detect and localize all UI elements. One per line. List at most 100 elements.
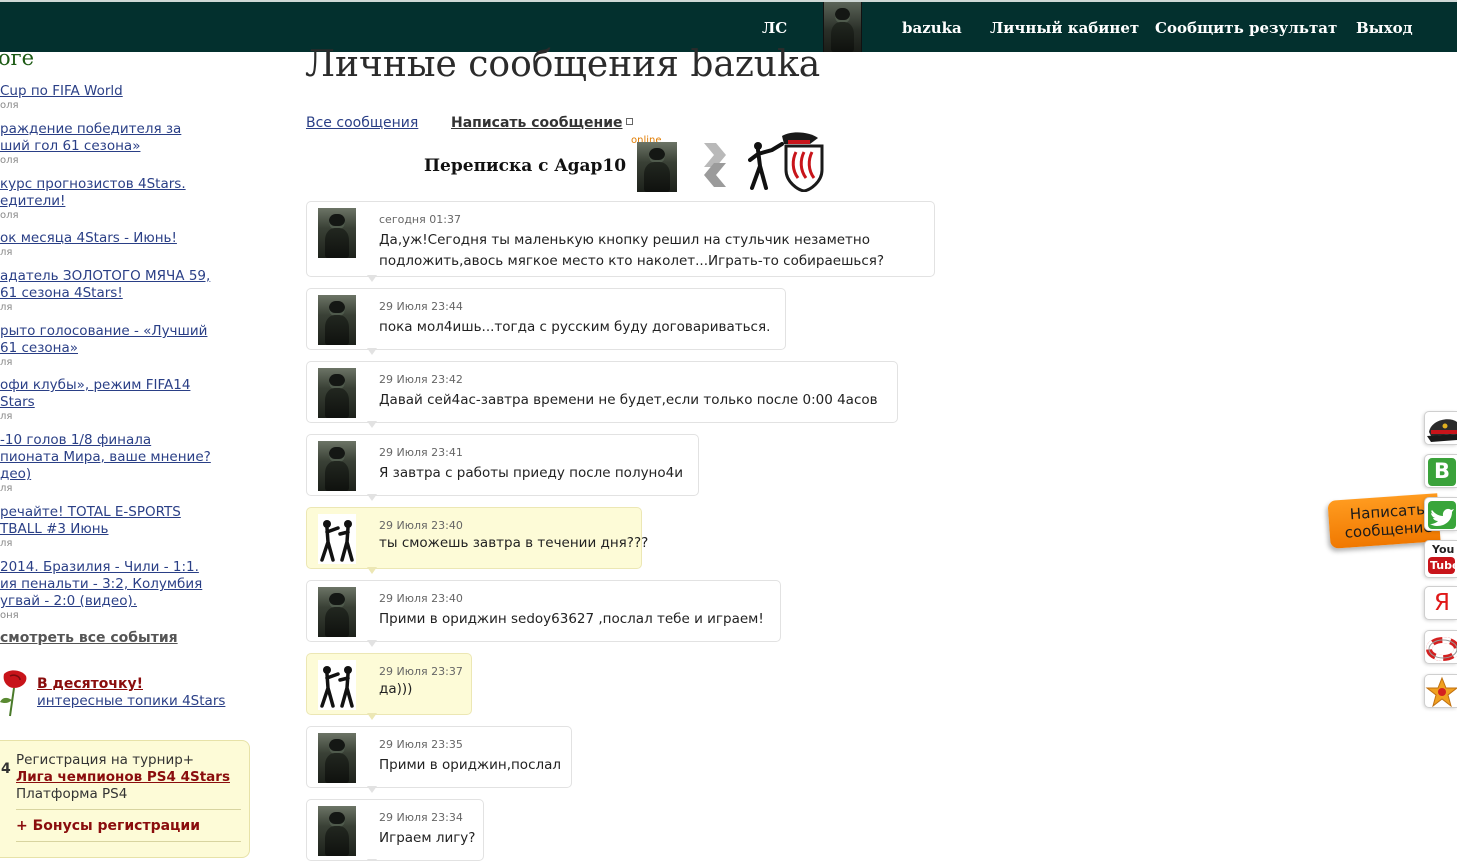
message-item: 29 Июля 23:44 пока мол4ишь...тогда с рус… [306,288,786,355]
news-link[interactable]: едители! [0,193,260,210]
message-text: подложить,авось мягкое место кто наколет… [379,253,885,269]
registration-number: 4 [1,761,11,777]
registration-box: 4 Регистрация на турнир+ Лига чемпионов … [0,740,250,858]
fighter-avatar-icon[interactable] [318,660,356,710]
message-time: 29 Июля 23:35 [379,738,463,751]
news-date: ля [0,247,13,258]
message-time: 29 Июля 23:44 [379,300,463,313]
star-icon[interactable] [1424,674,1457,708]
team-logo-icon[interactable] [748,130,826,192]
message-text: Играем лигу? [379,830,476,846]
nav-username[interactable]: bazuka [902,19,962,37]
message-text: да))) [379,681,413,697]
message-avatar[interactable] [318,208,356,258]
news-date: оля [0,210,19,221]
news-date: ля [0,538,13,549]
news-link[interactable]: 61 сезона 4Stars! [0,285,260,302]
message-avatar[interactable] [318,368,356,418]
bubble-tail [367,348,377,356]
news-link[interactable]: ший гол 61 сезона» [0,138,260,155]
platform-label: Платформа PS4 [16,786,128,802]
nav-user-avatar[interactable] [823,2,862,52]
news-link[interactable]: Cup по FIFA World [0,83,260,100]
news-date: оля [0,100,19,111]
message-text: Я завтра с работы приеду после полуно4и [379,465,684,481]
news-link[interactable]: TBALL #3 Июнь [0,521,260,538]
twitter-icon[interactable] [1424,497,1457,531]
news-link[interactable]: пионата Мира, ваше мнение? [0,449,260,466]
news-link[interactable]: Stars [0,394,260,411]
lifebuoy-ring-icon [1426,637,1457,661]
bubble-tail [367,275,377,283]
message-avatar[interactable] [318,441,356,491]
all-events-link[interactable]: смотреть все события [0,630,178,646]
nav-cabinet[interactable]: Личный кабинет [990,19,1139,37]
news-link[interactable]: курс прогнозистов 4Stars. [0,176,260,193]
bonus-link[interactable]: + Бонусы регистрации [16,818,200,834]
promo-title-link[interactable]: В десяточку! [37,676,143,692]
news-item: ок месяца 4Stars - Июнь! ля [0,230,260,259]
news-link[interactable]: 2014. Бразилия - Чили - 1:1. [0,559,260,576]
news-link[interactable]: рыто голосование - «Лучший [0,323,260,340]
message-time: 29 Июля 23:40 [379,519,463,532]
news-item: 2014. Бразилия - Чили - 1:1. ия пенальти… [0,559,260,622]
news-link[interactable]: -10 голов 1/8 финала [0,432,260,449]
youtube-icon[interactable]: You Tube [1424,540,1457,578]
news-item: рыто голосование - «Лучший 61 сезона» ля [0,323,260,369]
cap-icon [1427,419,1457,442]
sidebar-heading: оге [0,52,35,70]
message-time: 29 Июля 23:41 [379,446,463,459]
vk-letter: B [1434,459,1451,483]
message-item: 29 Июля 23:40 ты сможешь завтра в течени… [306,507,648,574]
news-item: раждение победителя за ший гол 61 сезона… [0,121,260,167]
bubble-tail [367,494,377,502]
star-shape-icon [1425,676,1457,707]
news-link[interactable]: адатель ЗОЛОТОГО МЯЧА 59, [0,268,260,285]
news-link[interactable]: ия пенальти - 3:2, Колумбия [0,576,260,593]
promo-subtitle-link[interactable]: интересные топики 4Stars [37,693,225,709]
message-item: 29 Июля 23:37 да))) [306,653,472,720]
cap-icon[interactable] [1424,411,1457,445]
lifebuoy-icon[interactable] [1424,630,1457,664]
bubble-tail [367,567,377,575]
message-avatar[interactable] [318,295,356,345]
tournament-link[interactable]: Лига чемпионов PS4 4Stars [16,769,230,785]
youtube-bottom-label: Tube [1430,559,1457,572]
news-link[interactable]: део) [0,466,260,483]
message-avatar[interactable] [318,587,356,637]
message-time: 29 Июля 23:42 [379,373,463,386]
correspondence-label: Переписка с Agap10 [424,156,627,176]
news-item: курс прогнозистов 4Stars. едители! оля [0,176,260,222]
tab-write-message[interactable]: Написать сообщение [451,115,633,131]
partner-avatar[interactable] [637,142,677,192]
news-link[interactable]: ок месяца 4Stars - Июнь! [0,230,260,247]
message-item: 29 Июля 23:41 Я завтра с работы приеду п… [306,434,699,501]
news-link[interactable]: раждение победителя за [0,121,260,138]
bubble-tail [367,713,377,721]
message-text: Прими в ориджин sedoy63627 ,послал тебе … [379,611,764,627]
news-date: оля [0,155,19,166]
twitter-bird-icon [1430,508,1454,526]
message-avatar[interactable] [318,806,356,856]
message-time: 29 Июля 23:40 [379,592,463,605]
nav-logout[interactable]: Выход [1356,19,1413,37]
rose-icon [0,670,27,717]
news-item: Cup по FIFA World оля [0,83,260,112]
bubble-tail [367,421,377,429]
nav-report-result[interactable]: Сообщить результат [1155,19,1337,37]
news-link[interactable]: речайте! TOTAL E-SPORTS [0,504,260,521]
message-avatar[interactable] [318,733,356,783]
news-link[interactable]: угвай - 2:0 (видео). [0,593,260,610]
nav-messages[interactable]: ЛС [762,19,787,37]
tab-all-messages[interactable]: Все сообщения [306,115,418,131]
vk-icon[interactable]: B [1424,454,1457,488]
message-item: 29 Июля 23:34 Играем лигу? [306,799,484,861]
news-link[interactable]: офи клубы», режим FIFA14 [0,377,260,394]
registration-caption: Регистрация на турнир+ [16,752,195,768]
divider [16,809,241,810]
yandex-icon[interactable]: Я [1424,586,1457,620]
news-date: ля [0,357,13,368]
fighter-avatar-icon[interactable] [318,514,356,564]
news-link[interactable]: 61 сезона» [0,340,260,357]
message-time: 29 Июля 23:34 [379,811,463,824]
